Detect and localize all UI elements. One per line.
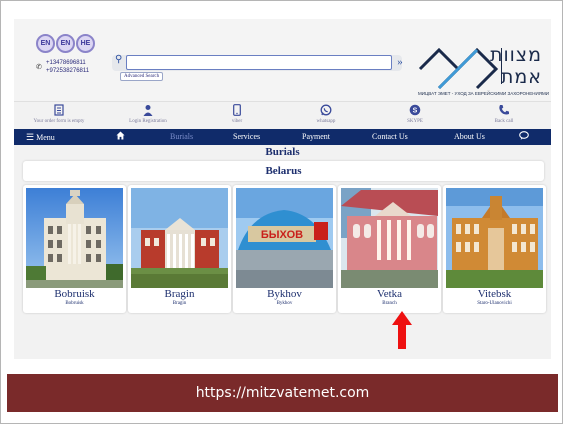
- user-icon: [143, 105, 153, 116]
- viber-link[interactable]: viber: [192, 104, 282, 124]
- order-form-label: Your order form is empty: [33, 119, 85, 124]
- home-icon: [116, 131, 125, 140]
- city-subtitle: Bykhov: [276, 301, 293, 306]
- back-call-link[interactable]: Back call: [459, 104, 549, 124]
- city-card-vitebsk[interactable]: Vitebsk Staro-Ulanovichi: [443, 185, 546, 313]
- whatsapp-label: whatsapp: [316, 119, 336, 124]
- sign-text: БЫХОВ: [261, 229, 303, 241]
- nav-item-services[interactable]: Services: [233, 129, 260, 145]
- chat-link[interactable]: [519, 129, 529, 145]
- hamburger-icon: ☰: [26, 132, 35, 142]
- menu-button[interactable]: ☰ Menu: [26, 129, 55, 145]
- city-photo-bragin: [131, 188, 228, 288]
- nav-item-burials[interactable]: Burials: [170, 129, 193, 145]
- search-submit-icon[interactable]: »: [394, 54, 406, 70]
- menu-label: Menu: [36, 133, 55, 142]
- city-photo-vetka: [341, 188, 438, 288]
- city-card-vetka[interactable]: Vetka Branch: [338, 185, 441, 313]
- home-link[interactable]: [116, 129, 125, 145]
- city-card-list: Bobruisk Bobruisk Bragin Bragin БЫХОВ By…: [23, 185, 546, 313]
- nav-item-payment[interactable]: Payment: [302, 129, 330, 145]
- logo-text-line1: מצוות: [489, 44, 542, 66]
- logo-text-line2: אמת: [500, 66, 542, 88]
- logo-tagline: МИЦВАТ ЭМЕТ - УХОД ЗА ЕВРЕЙСКИМИ ЗАХОРОН…: [418, 91, 549, 96]
- city-subtitle: Staro-Ulanovichi: [477, 301, 512, 306]
- phone-number-il[interactable]: +972538276811: [46, 68, 89, 74]
- city-subtitle: Bobruisk: [65, 301, 84, 306]
- handset-icon: [499, 105, 509, 115]
- clipboard-icon: [54, 104, 64, 116]
- country-heading[interactable]: Belarus: [23, 161, 544, 181]
- viber-label: viber: [231, 119, 243, 124]
- phone-number-us[interactable]: +13478696811: [46, 60, 86, 66]
- login-label: Login Registration: [129, 119, 167, 124]
- city-name: Bobruisk: [54, 288, 95, 300]
- skype-label: SKYPE: [407, 119, 423, 124]
- website-screenshot: EN EN HE ✆ +13478696811 +972538276811 ⚲ …: [14, 19, 551, 359]
- site-header: EN EN HE ✆ +13478696811 +972538276811 ⚲ …: [14, 19, 551, 101]
- language-button-en[interactable]: EN: [36, 34, 55, 53]
- order-form-link[interactable]: Your order form is empty: [14, 104, 104, 124]
- city-name: Vitebsk: [477, 288, 512, 300]
- city-photo-vitebsk: [446, 188, 543, 288]
- slide-frame: EN EN HE ✆ +13478696811 +972538276811 ⚲ …: [0, 0, 563, 424]
- logo-diamond-icon: [418, 47, 499, 90]
- main-nav: ☰ Menu Burials Services Payment Contact …: [14, 129, 551, 145]
- city-subtitle: Bragin: [172, 301, 187, 306]
- nav-item-about-us[interactable]: About Us: [454, 129, 485, 145]
- search-icon[interactable]: ⚲: [115, 54, 122, 65]
- section-title: Burials: [265, 146, 300, 158]
- whatsapp-icon: [320, 104, 332, 116]
- city-name: Bykhov: [267, 288, 302, 300]
- search-input[interactable]: [126, 55, 392, 70]
- red-arrow-icon: [392, 311, 412, 349]
- phone-icon: ✆: [36, 63, 42, 71]
- site-logo[interactable]: מצוות אמת МИЦВАТ ЭМЕТ - УХОД ЗА ЕВРЕЙСКИ…: [418, 42, 550, 100]
- city-card-bobruisk[interactable]: Bobruisk Bobruisk: [23, 185, 126, 313]
- nav-item-contact-us[interactable]: Contact Us: [372, 129, 408, 145]
- phone-device-icon: [233, 104, 241, 116]
- svg-text:S: S: [413, 108, 418, 115]
- city-name: Bragin: [164, 288, 195, 300]
- back-call-label: Back call: [494, 119, 514, 124]
- city-card-bykhov[interactable]: БЫХОВ Bykhov Bykhov: [233, 185, 336, 313]
- contact-strip: Your order form is empty Login Registrat…: [14, 101, 551, 129]
- city-card-bragin[interactable]: Bragin Bragin: [128, 185, 231, 313]
- city-photo-bykhov: БЫХОВ: [236, 188, 333, 288]
- whatsapp-link[interactable]: whatsapp: [281, 104, 371, 124]
- advanced-search-button[interactable]: Advanced Search: [120, 72, 164, 81]
- chat-bubble-icon: [519, 131, 529, 140]
- login-link[interactable]: Login Registration: [103, 104, 193, 124]
- city-photo-bobruisk: [26, 188, 123, 288]
- city-subtitle: Branch: [382, 301, 397, 306]
- language-button-he[interactable]: HE: [76, 34, 95, 53]
- skype-icon: S: [409, 104, 421, 116]
- skype-link[interactable]: S SKYPE: [370, 104, 460, 124]
- language-button-en-2[interactable]: EN: [56, 34, 75, 53]
- city-name: Vetka: [376, 288, 403, 300]
- url-banner[interactable]: https://mitzvatemet.com: [7, 374, 558, 412]
